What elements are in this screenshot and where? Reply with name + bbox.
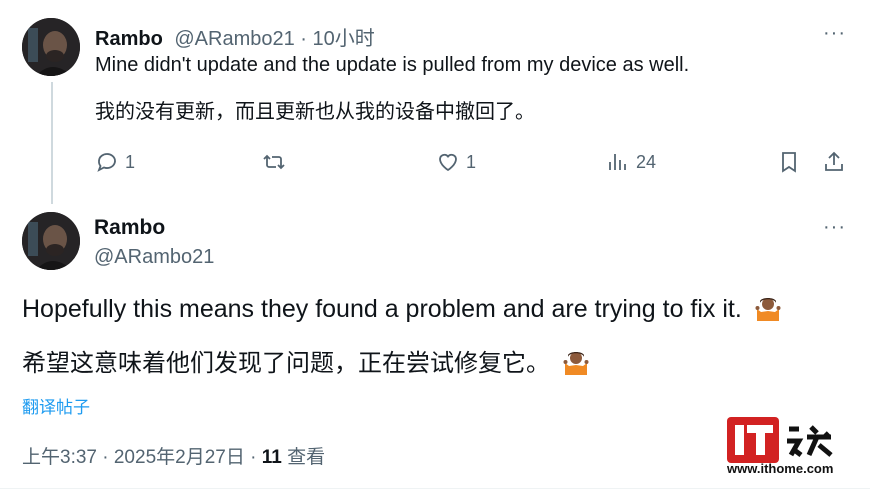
more-options-button[interactable]: ··· — [823, 216, 846, 239]
avatar[interactable] — [22, 212, 80, 270]
translate-post-link[interactable]: 翻译帖子 — [22, 393, 90, 418]
reply-button[interactable]: 1 — [95, 150, 135, 174]
timestamp[interactable]: · 10小时 — [300, 28, 374, 50]
author-name[interactable]: Rambo — [94, 216, 165, 240]
post-timestamp[interactable]: 上午3:37 · 2025年2月27日 · — [22, 447, 262, 468]
heart-icon — [439, 153, 457, 172]
bookmark-icon — [782, 152, 796, 173]
thread-connector-line — [51, 82, 53, 204]
avatar[interactable] — [22, 18, 80, 76]
reply-text-chinese: 我的没有更新，而且更新也从我的设备中撤回了。 — [95, 101, 535, 123]
post-text-english: Hopefully this means they found a proble… — [22, 295, 781, 324]
repost-icon — [263, 154, 285, 170]
share-icon — [825, 151, 843, 171]
tweet-thread: Rambo @ARambo21 · 10小时 ··· Mine didn't u… — [0, 0, 870, 492]
views-button[interactable]: 24 — [606, 150, 656, 174]
action-bar: 1 1 24 — [95, 150, 855, 180]
reply-text-english: Mine didn't update and the update is pul… — [95, 54, 690, 76]
analytics-icon — [609, 154, 626, 170]
share-button[interactable] — [822, 150, 846, 174]
post-views-label: 查看 — [281, 447, 326, 468]
bookmark-button[interactable] — [777, 150, 801, 174]
reply-count: 1 — [125, 151, 136, 172]
post-view-count: 11 — [261, 447, 282, 468]
shrug-emoji-icon — [755, 298, 781, 321]
author-handle[interactable]: @ARambo21 — [94, 246, 214, 269]
reply-header: Rambo @ARambo21 · 10小时 — [95, 22, 375, 51]
reply-icon — [97, 153, 116, 172]
post-text-chinese: 希望这意味着他们发现了问题，正在尝试修复它。 — [22, 343, 589, 378]
author-name[interactable]: Rambo — [95, 28, 163, 50]
like-button[interactable]: 1 — [436, 150, 476, 174]
repost-button[interactable] — [262, 150, 286, 174]
like-count: 1 — [466, 151, 477, 172]
shrug-emoji-icon — [563, 352, 589, 375]
author-handle[interactable]: @ARambo21 — [174, 28, 294, 50]
divider — [0, 488, 870, 489]
post-text-chinese-content: 希望这意味着他们发现了问题，正在尝试修复它。 — [22, 350, 550, 377]
view-count: 24 — [636, 151, 657, 172]
post-meta: 上午3:37 · 2025年2月27日 · 11 查看 — [22, 442, 325, 469]
more-options-button[interactable]: ··· — [823, 22, 846, 45]
post-text-english-content: Hopefully this means they found a proble… — [22, 295, 742, 323]
watermark-url: www.ithome.com — [727, 461, 834, 476]
